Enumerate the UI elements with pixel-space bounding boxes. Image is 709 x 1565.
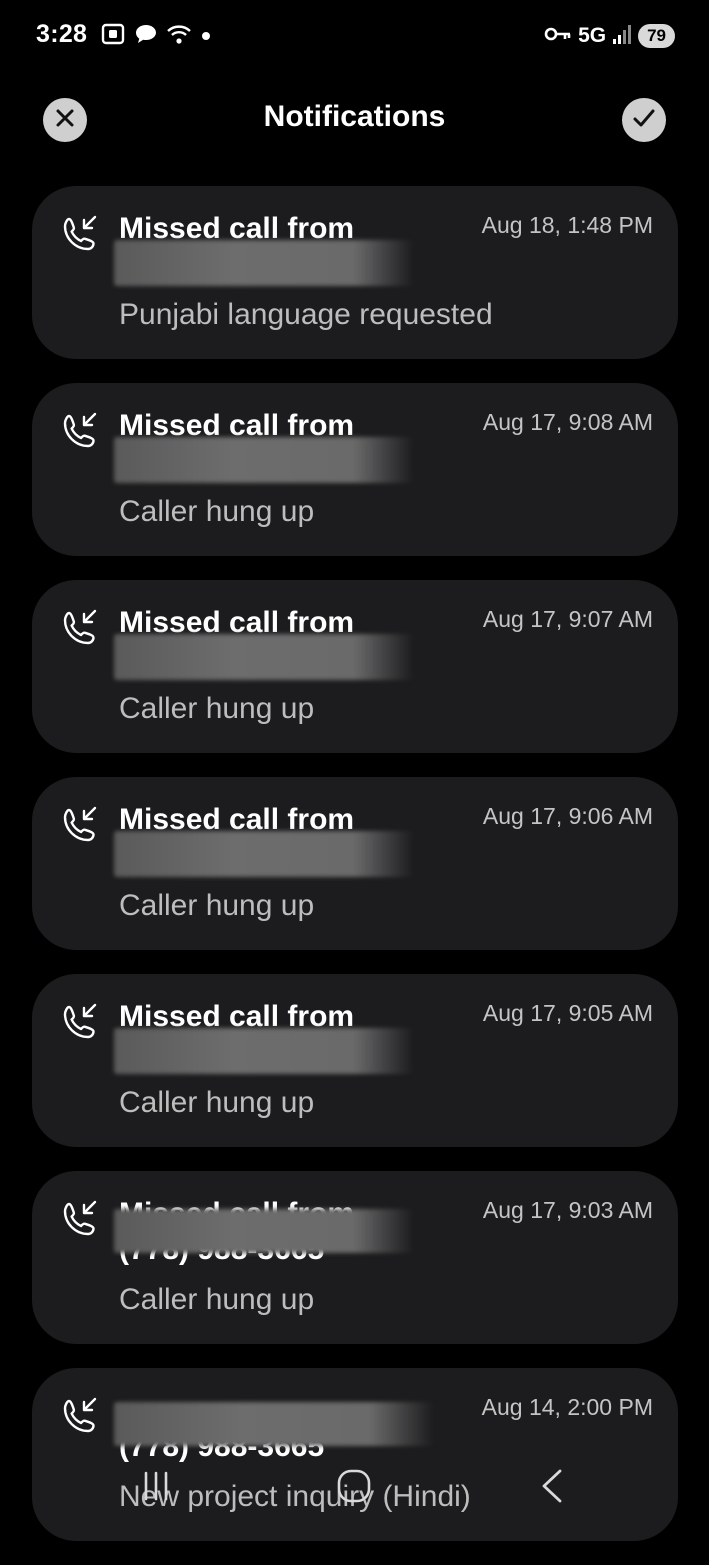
status-icons-right: 5G 79 (544, 22, 675, 50)
missed-call-icon (60, 805, 100, 845)
home-icon (336, 1468, 372, 1509)
recents-icon (139, 1469, 173, 1508)
header: Notifications (0, 90, 709, 150)
notification-card[interactable]: Missed call from (778) 988-3665 Aug 17, … (32, 1171, 678, 1344)
notification-subtitle: Caller hung up (119, 889, 315, 922)
notification-card[interactable]: Missed call from Aug 17, 9:06 AM Caller … (32, 777, 678, 950)
redaction-blur (114, 1209, 414, 1253)
notification-dot-icon (200, 22, 212, 51)
missed-call-icon (60, 1199, 100, 1239)
home-button[interactable] (324, 1464, 384, 1512)
redaction-blur (114, 1402, 434, 1446)
notification-subtitle: Caller hung up (119, 1086, 315, 1119)
redaction-blur (114, 240, 414, 286)
notification-time: Aug 17, 9:06 AM (482, 803, 653, 829)
notification-subtitle: Caller hung up (119, 692, 315, 725)
navigation-bar (0, 1448, 709, 1528)
missed-call-icon (60, 214, 100, 254)
chat-icon (134, 22, 158, 51)
redaction-blur (114, 831, 414, 877)
screenshot-icon (100, 22, 126, 51)
back-icon (538, 1468, 566, 1509)
notification-subtitle: Caller hung up (119, 1283, 315, 1316)
wifi-icon (166, 22, 192, 51)
recents-button[interactable] (126, 1464, 186, 1512)
signal-icon (612, 23, 632, 50)
page-title: Notifications (263, 100, 446, 133)
back-button[interactable] (522, 1464, 582, 1512)
done-button[interactable] (622, 98, 666, 142)
redaction-blur (114, 634, 414, 680)
battery-level: 79 (638, 24, 675, 48)
notification-card[interactable]: Missed call from Aug 17, 9:05 AM Caller … (32, 974, 678, 1147)
notification-time: Aug 17, 9:03 AM (482, 1197, 653, 1223)
notification-card[interactable]: Missed call from Aug 17, 9:07 AM Caller … (32, 580, 678, 753)
redaction-blur (114, 1028, 414, 1074)
notification-card[interactable]: Missed call from Aug 18, 1:48 PM Punjabi… (32, 186, 678, 359)
notification-subtitle: Punjabi language requested (119, 298, 493, 331)
notification-time: Aug 18, 1:48 PM (481, 212, 653, 238)
missed-call-icon (60, 411, 100, 451)
missed-call-icon (60, 1396, 100, 1436)
status-icons-left (100, 22, 212, 50)
notification-subtitle: Caller hung up (119, 495, 315, 528)
notification-time: Aug 17, 9:05 AM (482, 1000, 653, 1026)
redaction-blur (114, 437, 414, 483)
status-bar: 3:28 5G 79 (0, 0, 709, 72)
notification-list: Missed call from Aug 18, 1:48 PM Punjabi… (32, 186, 678, 1565)
checkmark-icon (632, 107, 656, 134)
missed-call-icon (60, 608, 100, 648)
vpn-key-icon (544, 24, 572, 49)
network-type: 5G (578, 24, 607, 47)
notification-card[interactable]: Missed call from Aug 17, 9:08 AM Caller … (32, 383, 678, 556)
notification-time: Aug 17, 9:07 AM (482, 606, 653, 632)
notification-time: Aug 14, 2:00 PM (481, 1394, 653, 1420)
notification-time: Aug 17, 9:08 AM (482, 409, 653, 435)
status-time: 3:28 (36, 20, 88, 48)
missed-call-icon (60, 1002, 100, 1042)
